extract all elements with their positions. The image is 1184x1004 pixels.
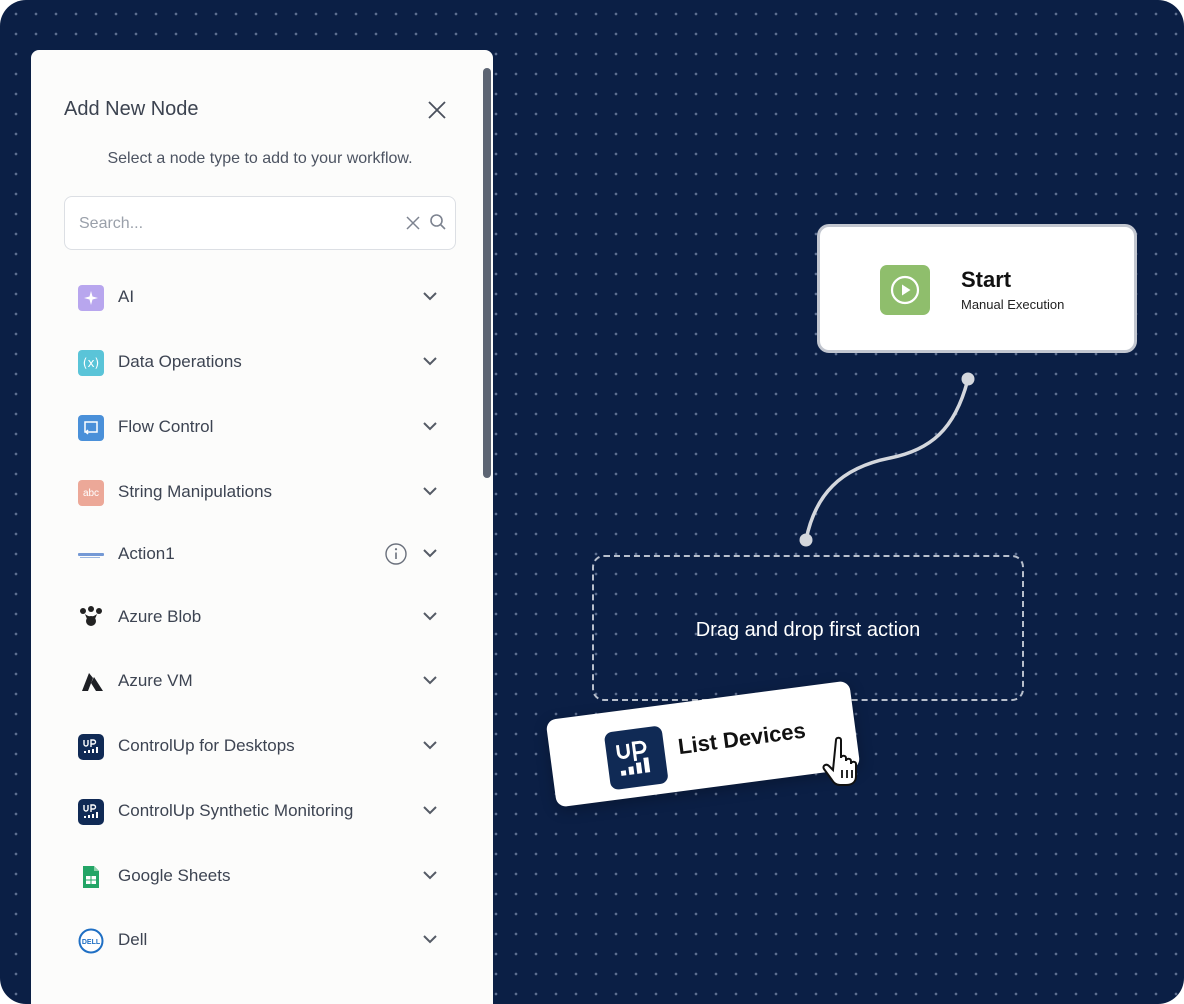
- node-category-label: Dell: [118, 930, 148, 949]
- node-category-google-sheets[interactable]: Google Sheets: [64, 854, 456, 898]
- variable-icon: (x): [78, 350, 104, 376]
- node-category-azure-vm[interactable]: Azure VM: [64, 659, 456, 703]
- node-category-label: Google Sheets: [118, 866, 231, 885]
- drop-zone[interactable]: Drag and drop first action: [592, 555, 1024, 701]
- node-category-label: AI: [118, 287, 135, 306]
- node-category-controlup-desktops[interactable]: ControlUp for Desktops: [64, 724, 456, 768]
- node-category-action1[interactable]: Action1: [64, 532, 456, 576]
- node-category-controlup-synthetic[interactable]: ControlUp Synthetic Monitoring: [64, 789, 456, 833]
- play-icon: [880, 265, 930, 315]
- node-category-label: String Manipulations: [118, 482, 273, 501]
- panel-title: Add New Node: [64, 98, 199, 120]
- clear-icon[interactable]: [405, 215, 421, 231]
- dragged-action-label: List Devices: [676, 717, 808, 760]
- action1-logo-icon: [78, 542, 104, 568]
- node-category-label: ControlUp Synthetic Monitoring: [118, 801, 354, 820]
- controlup-icon: [78, 799, 104, 825]
- chevron-down-icon[interactable]: [422, 933, 438, 945]
- close-icon[interactable]: [426, 99, 448, 121]
- chevron-down-icon[interactable]: [422, 804, 438, 816]
- chevron-down-icon[interactable]: [422, 610, 438, 622]
- chevron-down-icon[interactable]: [422, 485, 438, 497]
- node-category-label: Data Operations: [118, 352, 242, 371]
- google-sheets-icon: [78, 864, 104, 890]
- chevron-down-icon[interactable]: [422, 869, 438, 881]
- start-node-title: Start: [961, 267, 1012, 292]
- node-category-flow-control[interactable]: Flow Control: [64, 405, 456, 449]
- node-category-label: Flow Control: [118, 417, 214, 436]
- flow-control-icon: [78, 415, 104, 441]
- controlup-icon: [78, 734, 104, 760]
- node-category-label: Azure VM: [118, 671, 193, 690]
- info-icon[interactable]: [384, 542, 408, 566]
- chevron-down-icon[interactable]: [422, 547, 438, 559]
- node-category-label: ControlUp for Desktops: [118, 736, 295, 755]
- add-node-panel: Add New Node Select a node type to add t…: [31, 50, 493, 1004]
- chevron-down-icon[interactable]: [422, 290, 438, 302]
- start-node[interactable]: Start Manual Execution: [817, 224, 1137, 353]
- azure-icon: [78, 669, 104, 695]
- node-category-string-manipulations[interactable]: abc String Manipulations: [64, 470, 456, 514]
- controlup-icon: [603, 725, 669, 791]
- drop-zone-label: Drag and drop first action: [695, 619, 921, 641]
- chevron-down-icon[interactable]: [422, 355, 438, 367]
- workflow-canvas[interactable]: Start Manual Execution Drag and drop fir…: [0, 0, 1184, 1004]
- panel-subtitle: Select a node type to add to your workfl…: [107, 150, 413, 167]
- node-category-ai[interactable]: AI: [64, 275, 456, 319]
- node-category-azure-blob[interactable]: Azure Blob: [64, 595, 456, 639]
- azure-blob-icon: [78, 605, 104, 631]
- chevron-down-icon[interactable]: [422, 739, 438, 751]
- svg-text:DELL: DELL: [82, 939, 101, 946]
- node-category-dell[interactable]: DELL Dell: [64, 918, 456, 962]
- panel-scrollbar[interactable]: [483, 68, 491, 478]
- search-input[interactable]: [79, 211, 379, 237]
- search-box: [64, 196, 456, 250]
- chevron-down-icon[interactable]: [422, 420, 438, 432]
- sparkle-icon: [78, 285, 104, 311]
- dell-icon: DELL: [78, 928, 104, 954]
- node-category-label: Action1: [118, 544, 175, 563]
- node-category-label: Azure Blob: [118, 607, 202, 626]
- chevron-down-icon[interactable]: [422, 674, 438, 686]
- hand-cursor-icon: [822, 736, 857, 786]
- node-category-data-operations[interactable]: (x) Data Operations: [64, 340, 456, 384]
- start-node-subtitle: Manual Execution: [961, 297, 1065, 312]
- abc-icon: abc: [78, 480, 104, 506]
- search-icon[interactable]: [429, 213, 447, 231]
